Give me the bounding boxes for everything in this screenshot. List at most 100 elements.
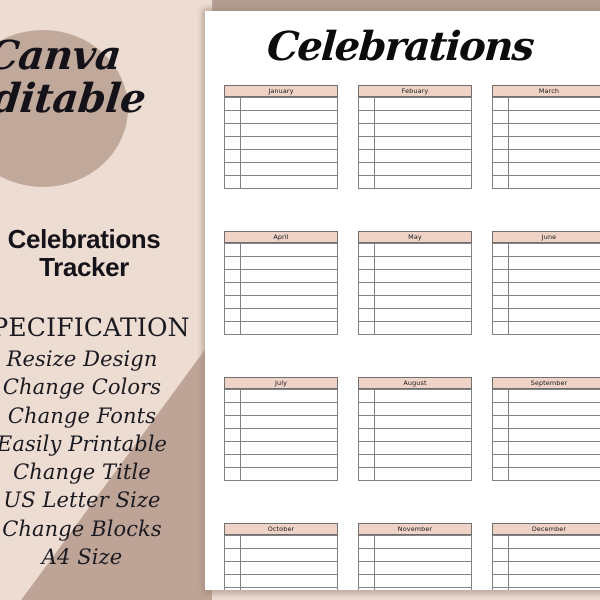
entry-cell[interactable] bbox=[374, 162, 472, 176]
entry-cell[interactable] bbox=[240, 149, 338, 163]
table-row[interactable] bbox=[224, 389, 338, 403]
table-row[interactable] bbox=[224, 123, 338, 137]
table-row[interactable] bbox=[358, 467, 472, 481]
entry-cell[interactable] bbox=[374, 402, 472, 416]
entry-cell[interactable] bbox=[374, 574, 472, 588]
table-row[interactable] bbox=[224, 441, 338, 455]
entry-cell[interactable] bbox=[374, 97, 472, 111]
table-row[interactable] bbox=[492, 269, 600, 283]
entry-cell[interactable] bbox=[374, 415, 472, 429]
date-cell[interactable] bbox=[492, 256, 509, 270]
table-row[interactable] bbox=[224, 269, 338, 283]
date-cell[interactable] bbox=[358, 175, 375, 189]
table-row[interactable] bbox=[224, 415, 338, 429]
table-row[interactable] bbox=[358, 454, 472, 468]
date-cell[interactable] bbox=[492, 282, 509, 296]
date-cell[interactable] bbox=[358, 308, 375, 322]
entry-cell[interactable] bbox=[240, 454, 338, 468]
entry-cell[interactable] bbox=[374, 149, 472, 163]
date-cell[interactable] bbox=[492, 269, 509, 283]
entry-cell[interactable] bbox=[240, 123, 338, 137]
entry-cell[interactable] bbox=[374, 441, 472, 455]
date-cell[interactable] bbox=[224, 467, 241, 481]
table-row[interactable] bbox=[492, 441, 600, 455]
entry-cell[interactable] bbox=[374, 136, 472, 150]
entry-cell[interactable] bbox=[240, 587, 338, 590]
table-row[interactable] bbox=[358, 282, 472, 296]
date-cell[interactable] bbox=[492, 441, 509, 455]
entry-cell[interactable] bbox=[374, 308, 472, 322]
entry-cell[interactable] bbox=[374, 269, 472, 283]
entry-cell[interactable] bbox=[240, 256, 338, 270]
entry-cell[interactable] bbox=[240, 574, 338, 588]
entry-cell[interactable] bbox=[508, 561, 600, 575]
entry-cell[interactable] bbox=[508, 136, 600, 150]
date-cell[interactable] bbox=[492, 402, 509, 416]
date-cell[interactable] bbox=[492, 428, 509, 442]
entry-cell[interactable] bbox=[508, 123, 600, 137]
date-cell[interactable] bbox=[224, 574, 241, 588]
entry-cell[interactable] bbox=[240, 282, 338, 296]
date-cell[interactable] bbox=[224, 269, 241, 283]
date-cell[interactable] bbox=[224, 441, 241, 455]
date-cell[interactable] bbox=[492, 587, 509, 590]
table-row[interactable] bbox=[492, 428, 600, 442]
entry-cell[interactable] bbox=[240, 321, 338, 335]
table-row[interactable] bbox=[492, 535, 600, 549]
date-cell[interactable] bbox=[358, 587, 375, 590]
entry-cell[interactable] bbox=[508, 175, 600, 189]
entry-cell[interactable] bbox=[240, 162, 338, 176]
entry-cell[interactable] bbox=[508, 454, 600, 468]
table-row[interactable] bbox=[492, 548, 600, 562]
entry-cell[interactable] bbox=[508, 548, 600, 562]
date-cell[interactable] bbox=[358, 97, 375, 111]
table-row[interactable] bbox=[492, 308, 600, 322]
date-cell[interactable] bbox=[358, 321, 375, 335]
entry-cell[interactable] bbox=[240, 467, 338, 481]
date-cell[interactable] bbox=[358, 389, 375, 403]
table-row[interactable] bbox=[358, 269, 472, 283]
date-cell[interactable] bbox=[224, 428, 241, 442]
table-row[interactable] bbox=[492, 389, 600, 403]
date-cell[interactable] bbox=[492, 123, 509, 137]
entry-cell[interactable] bbox=[508, 243, 600, 257]
table-row[interactable] bbox=[492, 574, 600, 588]
table-row[interactable] bbox=[358, 428, 472, 442]
entry-cell[interactable] bbox=[374, 243, 472, 257]
date-cell[interactable] bbox=[358, 441, 375, 455]
date-cell[interactable] bbox=[492, 415, 509, 429]
date-cell[interactable] bbox=[492, 243, 509, 257]
table-row[interactable] bbox=[224, 256, 338, 270]
entry-cell[interactable] bbox=[240, 415, 338, 429]
date-cell[interactable] bbox=[358, 428, 375, 442]
table-row[interactable] bbox=[358, 535, 472, 549]
entry-cell[interactable] bbox=[374, 123, 472, 137]
table-row[interactable] bbox=[492, 123, 600, 137]
table-row[interactable] bbox=[358, 136, 472, 150]
date-cell[interactable] bbox=[224, 162, 241, 176]
table-row[interactable] bbox=[492, 295, 600, 309]
table-row[interactable] bbox=[224, 428, 338, 442]
entry-cell[interactable] bbox=[508, 282, 600, 296]
date-cell[interactable] bbox=[358, 467, 375, 481]
entry-cell[interactable] bbox=[240, 136, 338, 150]
table-row[interactable] bbox=[358, 587, 472, 590]
table-row[interactable] bbox=[224, 136, 338, 150]
date-cell[interactable] bbox=[358, 282, 375, 296]
table-row[interactable] bbox=[358, 441, 472, 455]
table-row[interactable] bbox=[492, 282, 600, 296]
date-cell[interactable] bbox=[358, 149, 375, 163]
entry-cell[interactable] bbox=[374, 110, 472, 124]
date-cell[interactable] bbox=[492, 162, 509, 176]
table-row[interactable] bbox=[224, 149, 338, 163]
table-row[interactable] bbox=[224, 175, 338, 189]
entry-cell[interactable] bbox=[374, 295, 472, 309]
entry-cell[interactable] bbox=[374, 175, 472, 189]
table-row[interactable] bbox=[492, 136, 600, 150]
date-cell[interactable] bbox=[224, 175, 241, 189]
table-row[interactable] bbox=[492, 175, 600, 189]
entry-cell[interactable] bbox=[508, 467, 600, 481]
entry-cell[interactable] bbox=[374, 389, 472, 403]
table-row[interactable] bbox=[224, 308, 338, 322]
table-row[interactable] bbox=[358, 123, 472, 137]
